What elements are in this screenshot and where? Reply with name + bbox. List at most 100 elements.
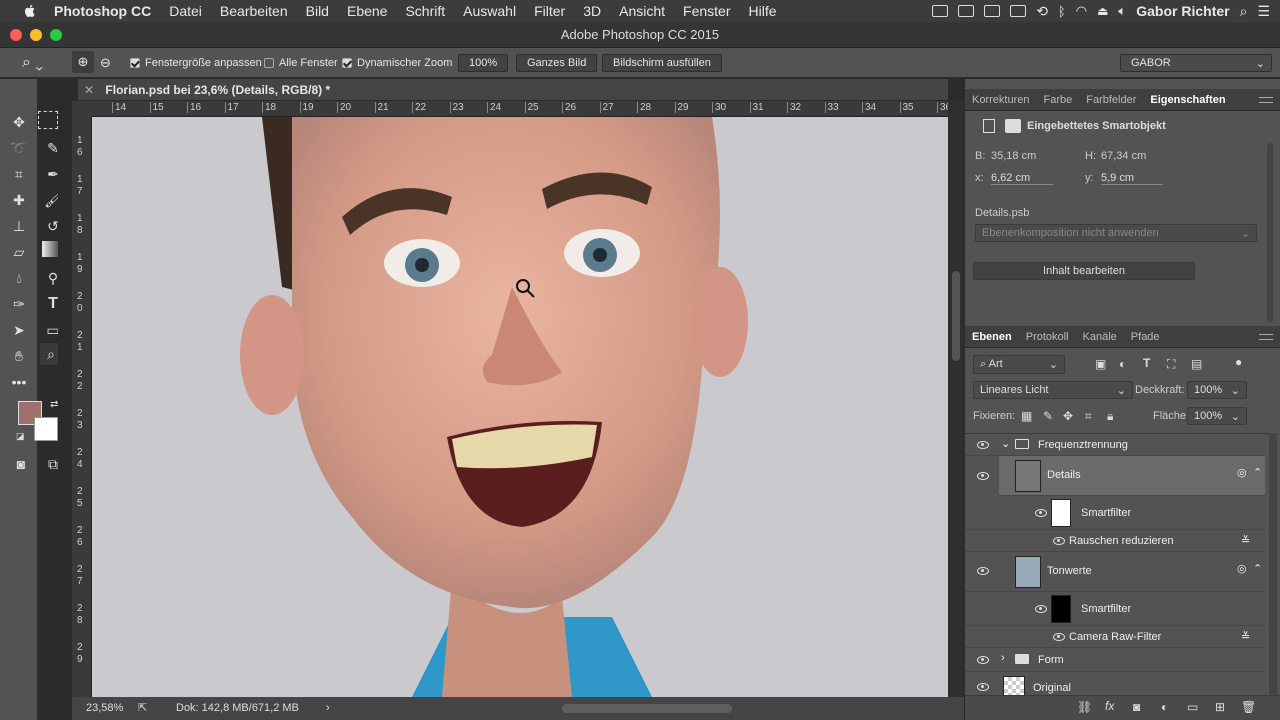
visibility-eye-icon[interactable] (977, 567, 989, 575)
visibility-eye-icon[interactable] (977, 683, 989, 691)
lock-position-icon[interactable]: ✥ (1063, 409, 1073, 423)
time-machine-icon[interactable]: ⟲ (1036, 3, 1048, 20)
x-field[interactable]: 6,62 cm (991, 172, 1053, 185)
user-name[interactable]: Gabor Richter (1136, 3, 1229, 19)
quick-mask-icon[interactable]: ◙ (10, 453, 32, 475)
document-tab[interactable]: ✕ Florian.psd bei 23,6% (Details, RGB/8)… (78, 79, 948, 101)
eraser-icon[interactable]: ▱ (8, 241, 30, 263)
canvas-vertical-scrollbar[interactable] (948, 101, 964, 697)
layer-comp-select[interactable]: Ebenenkomposition nicht anwenden ⌄ (975, 224, 1257, 242)
menu-bearbeiten[interactable]: Bearbeiten (220, 3, 288, 19)
apple-icon[interactable] (22, 3, 38, 19)
resize-windows-checkbox[interactable] (130, 57, 140, 68)
screen-status-icon[interactable] (958, 5, 975, 17)
layer-style-icon[interactable]: fx (1105, 699, 1114, 713)
new-layer-icon[interactable]: ⊞ (1215, 700, 1225, 714)
visibility-eye-icon[interactable] (1053, 537, 1065, 545)
visibility-eye-icon[interactable] (1035, 605, 1047, 613)
visibility-eye-icon[interactable] (1035, 509, 1047, 517)
pen-tool-icon[interactable]: ✑ (8, 293, 30, 315)
menu-filter[interactable]: Filter (534, 3, 565, 19)
layer-name[interactable]: Rauschen reduzieren (1069, 535, 1174, 547)
tab-pfade[interactable]: Pfade (1124, 331, 1167, 343)
visibility-eye-icon[interactable] (1053, 633, 1065, 641)
menu-schrift[interactable]: Schrift (405, 3, 445, 19)
blur-tool-icon[interactable]: 💧︎ (8, 267, 30, 289)
menu-ansicht[interactable]: Ansicht (619, 3, 665, 19)
home-status-icon[interactable] (932, 5, 949, 17)
scrubby-zoom-checkbox[interactable] (342, 57, 352, 68)
link-layers-icon[interactable]: ⛓ (1077, 700, 1092, 714)
layer-row-selected[interactable]: Details ◎ ⌃ (999, 456, 1265, 496)
chevron-right-icon[interactable]: › (1001, 652, 1005, 664)
layer-name[interactable]: Frequenztrennung (1038, 439, 1128, 451)
opacity-field[interactable]: 100% ⌄ (1187, 381, 1247, 399)
clone-stamp-icon[interactable]: ⊥ (8, 215, 30, 237)
all-windows-option[interactable]: Alle Fenster (264, 57, 338, 69)
zoom-out-icon[interactable]: ⊖ (100, 55, 111, 71)
filter-mask-thumbnail[interactable] (1051, 595, 1071, 623)
panel-menu-icon[interactable] (1259, 97, 1273, 103)
visibility-eye-icon[interactable] (977, 472, 989, 480)
tab-farbe[interactable]: Farbe (1036, 94, 1079, 106)
lasso-tool-icon[interactable]: ➰ (8, 137, 30, 159)
layer-row[interactable]: Smartfilter (965, 496, 1265, 530)
layer-row[interactable]: Smartfilter (965, 592, 1265, 626)
properties-scrollbar[interactable] (1267, 143, 1273, 323)
tab-kanaele[interactable]: Kanäle (1076, 331, 1124, 343)
export-icon[interactable]: ⇱ (138, 697, 147, 720)
delete-layer-icon[interactable]: 🗑︎ (1241, 700, 1256, 714)
menu-app[interactable]: Photoshop CC (54, 3, 151, 19)
filter-pixel-icon[interactable]: ▣ (1095, 357, 1106, 371)
lock-pixels-icon[interactable]: ✎ (1043, 409, 1053, 423)
zoom-100-button[interactable]: 100% (458, 53, 509, 72)
filter-type-icon[interactable]: T (1143, 356, 1150, 370)
filter-mask-thumbnail[interactable] (1051, 499, 1071, 527)
spotlight-icon[interactable]: ⌕ (1240, 3, 1248, 20)
tab-korrekturen[interactable]: Korrekturen (965, 94, 1036, 106)
resize-windows-option[interactable]: Fenstergröße anpassen (130, 57, 262, 69)
hand-tool-icon[interactable]: ✋︎ (8, 345, 30, 367)
healing-brush-icon[interactable]: ✚ (8, 189, 30, 211)
lock-all-icon[interactable]: 🔒︎ (1107, 409, 1113, 424)
layer-name[interactable]: Details (1047, 469, 1081, 481)
layer-name[interactable]: Original (1033, 682, 1071, 694)
fit-image-button[interactable]: Ganzes Bild (516, 53, 598, 72)
zoom-level[interactable]: 23,58% (86, 697, 123, 720)
new-adjustment-icon[interactable]: ◐ (1161, 700, 1168, 714)
menu-ebene[interactable]: Ebene (347, 3, 387, 19)
mail-status-icon[interactable] (984, 5, 1001, 17)
filter-blending-options-icon[interactable]: ≚ (1241, 630, 1250, 643)
menu-3d[interactable]: 3D (583, 3, 601, 19)
panel-menu-icon[interactable] (1259, 334, 1273, 340)
layer-row[interactable]: ⌄ Frequenztrennung (965, 434, 1265, 456)
all-windows-checkbox[interactable] (264, 57, 274, 68)
lock-transparency-icon[interactable]: ▦ (1021, 409, 1032, 423)
layer-row[interactable]: Tonwerte ◎ ⌃ (965, 552, 1265, 592)
layer-filter-select[interactable]: ⌕ Art ⌄ (973, 355, 1065, 374)
layer-row[interactable]: Original (965, 672, 1265, 695)
eject-icon[interactable]: ⏏ (1097, 4, 1108, 18)
layer-row[interactable]: Camera Raw-Filter ≚ (965, 626, 1265, 648)
filter-toggle-icon[interactable]: ● (1235, 355, 1242, 369)
y-field[interactable]: 5,9 cm (1101, 172, 1163, 185)
layer-name[interactable]: Camera Raw-Filter (1069, 631, 1161, 643)
notification-center-icon[interactable]: ☰ (1257, 3, 1270, 20)
filter-adjustment-icon[interactable]: ◐ (1119, 357, 1126, 371)
fill-field[interactable]: 100% ⌄ (1187, 407, 1247, 425)
horizontal-scrollbar[interactable] (562, 704, 732, 713)
layer-name[interactable]: Tonwerte (1047, 565, 1092, 577)
add-mask-icon[interactable]: ◙ (1133, 700, 1140, 714)
vertical-ruler[interactable]: 1 6 1 7 1 8 1 9 2 0 2 1 2 2 2 3 2 4 2 5 2 6 2 7 2 8 2… (72, 117, 92, 697)
tab-eigenschaften[interactable]: Eigenschaften (1143, 94, 1232, 106)
document-canvas[interactable] (92, 117, 948, 697)
fill-screen-button[interactable]: Bildschirm ausfüllen (602, 53, 722, 72)
workspace-select[interactable]: GABOR ⌄ (1120, 53, 1272, 72)
scrollbar-thumb[interactable] (952, 271, 960, 361)
menu-auswahl[interactable]: Auswahl (463, 3, 516, 19)
volume-icon[interactable]: 🔈︎ (1118, 3, 1126, 19)
layers-scrollbar[interactable] (1269, 433, 1277, 695)
new-group-icon[interactable]: ▭ (1187, 700, 1198, 714)
path-selection-icon[interactable]: ➤ (8, 319, 30, 341)
menu-datei[interactable]: Datei (169, 3, 202, 19)
